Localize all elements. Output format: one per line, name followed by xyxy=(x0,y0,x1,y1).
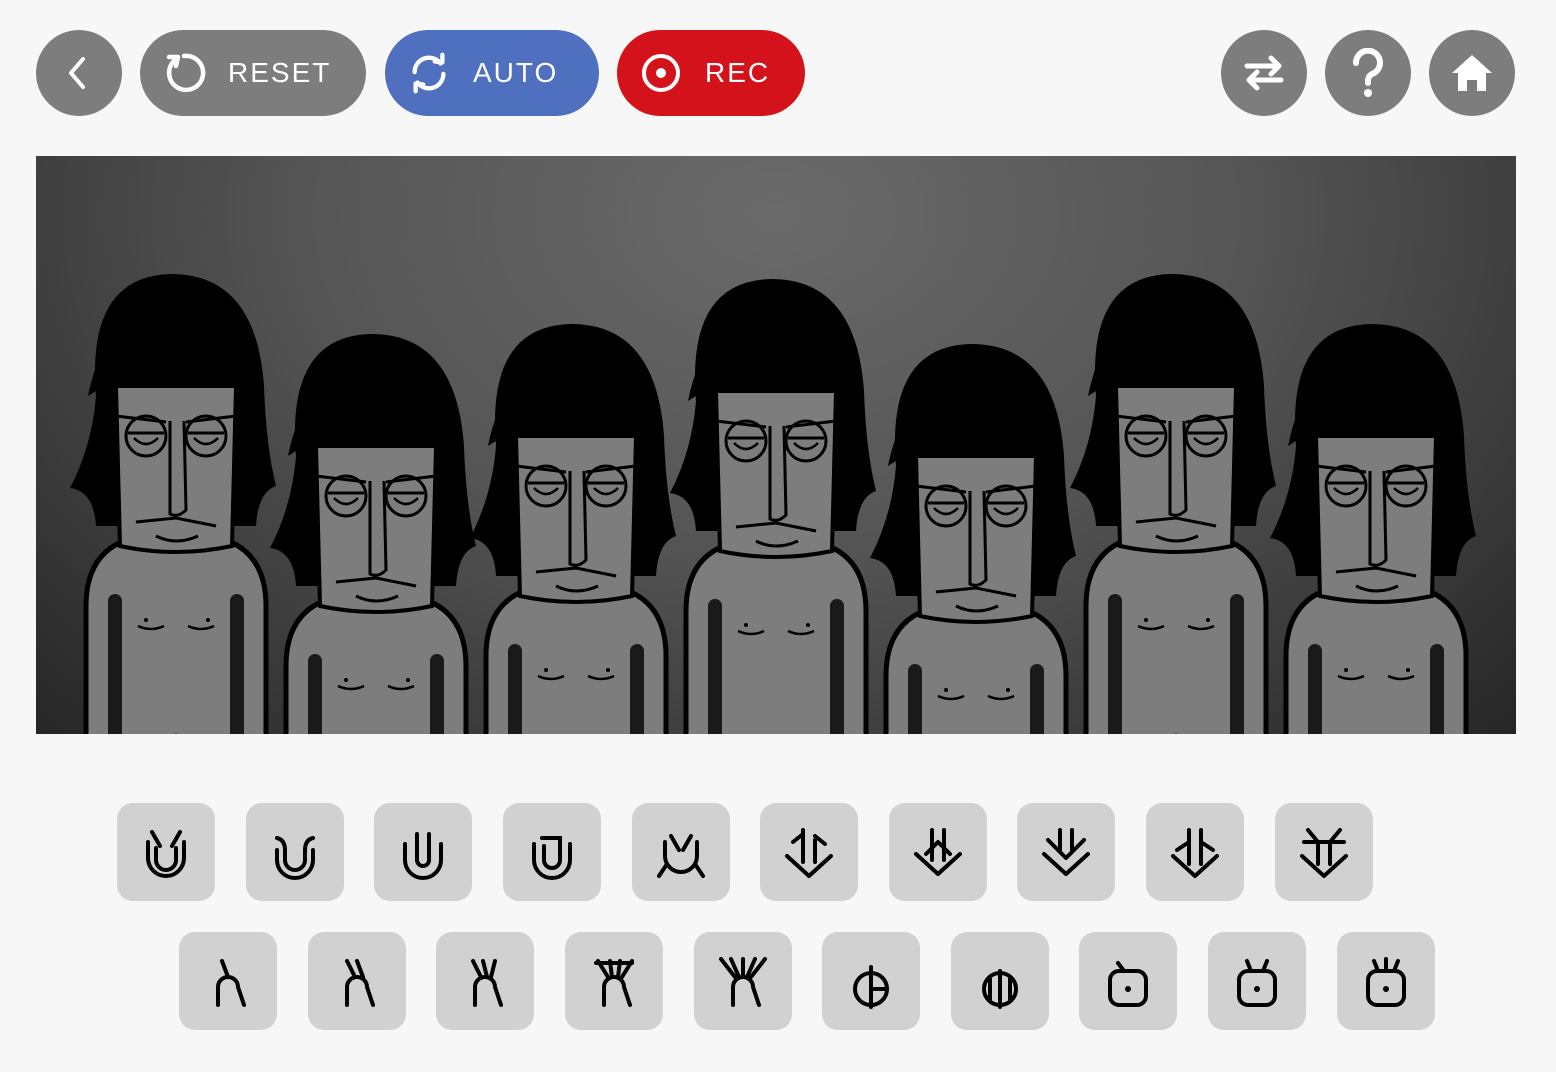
beat-sound-1[interactable] xyxy=(117,803,215,901)
reset-label: RESET xyxy=(228,57,332,88)
cycle-arrows-icon xyxy=(407,51,451,95)
rec-label: REC xyxy=(705,57,771,88)
swap-arrows-icon xyxy=(1244,55,1284,91)
square-dot-icon xyxy=(1108,961,1148,1007)
beat-sound-5[interactable] xyxy=(632,803,730,901)
voice-sound-2[interactable] xyxy=(951,932,1049,1030)
u-legs-icon xyxy=(657,834,705,878)
r-triple-icon xyxy=(471,959,503,1007)
beat-sound-2[interactable] xyxy=(246,803,344,901)
effect-sound-3[interactable] xyxy=(1017,803,1115,901)
help-button[interactable] xyxy=(1325,30,1411,116)
arrow-fork-icon xyxy=(1300,828,1348,878)
character-5[interactable] xyxy=(870,344,1076,734)
melody-sound-1[interactable] xyxy=(179,932,277,1030)
u-horns-icon xyxy=(146,830,186,878)
arrow-double-icon xyxy=(1042,828,1090,876)
arrow-cross-icon xyxy=(1171,828,1219,878)
stage xyxy=(36,156,1516,734)
effect-sound-5[interactable] xyxy=(1275,803,1373,901)
arrow-split-icon xyxy=(785,828,833,878)
u-inner-icon xyxy=(403,832,443,880)
melody-sound-3[interactable] xyxy=(436,932,534,1030)
refresh-icon xyxy=(162,51,206,95)
r-five-icon xyxy=(719,957,767,1007)
back-button[interactable] xyxy=(36,30,122,116)
split-double-icon xyxy=(982,969,1018,1009)
u-curl-icon xyxy=(275,836,315,880)
melody-sound-4[interactable] xyxy=(565,932,663,1030)
square-dot-horns-icon xyxy=(1237,959,1277,1007)
character-6[interactable] xyxy=(1070,274,1276,734)
voice-sound-5[interactable] xyxy=(1337,932,1435,1030)
rec-button[interactable]: REC xyxy=(617,30,805,116)
beat-sound-4[interactable] xyxy=(503,803,601,901)
character-2[interactable] xyxy=(270,334,476,734)
square-dot-triple-icon xyxy=(1366,957,1406,1007)
arrow-diamond-icon xyxy=(914,828,962,876)
r-double-icon xyxy=(345,959,375,1007)
question-icon xyxy=(1352,48,1383,97)
effect-sound-2[interactable] xyxy=(889,803,987,901)
voice-sound-1[interactable] xyxy=(822,932,920,1030)
auto-label: AUTO xyxy=(473,57,559,88)
voice-sound-4[interactable] xyxy=(1208,932,1306,1030)
character-7[interactable] xyxy=(1270,324,1476,734)
effect-sound-1[interactable] xyxy=(760,803,858,901)
melody-sound-5[interactable] xyxy=(694,932,792,1030)
auto-button[interactable]: AUTO xyxy=(385,30,599,116)
r-quad-icon xyxy=(594,959,634,1007)
effect-sound-4[interactable] xyxy=(1146,803,1244,901)
character-1[interactable] xyxy=(70,274,276,734)
swap-button[interactable] xyxy=(1221,30,1307,116)
record-icon xyxy=(639,51,683,95)
reset-button[interactable]: RESET xyxy=(140,30,366,116)
home-icon xyxy=(1452,55,1492,91)
voice-sound-3[interactable] xyxy=(1079,932,1177,1030)
beat-sound-3[interactable] xyxy=(374,803,472,901)
character-3[interactable] xyxy=(470,324,676,734)
chevron-left-icon xyxy=(69,57,85,89)
home-button[interactable] xyxy=(1429,30,1515,116)
u-hook-icon xyxy=(532,836,572,880)
r-single-icon xyxy=(216,959,246,1007)
melody-sound-2[interactable] xyxy=(308,932,406,1030)
split-circle-icon xyxy=(853,965,889,1009)
character-4[interactable] xyxy=(670,279,876,734)
